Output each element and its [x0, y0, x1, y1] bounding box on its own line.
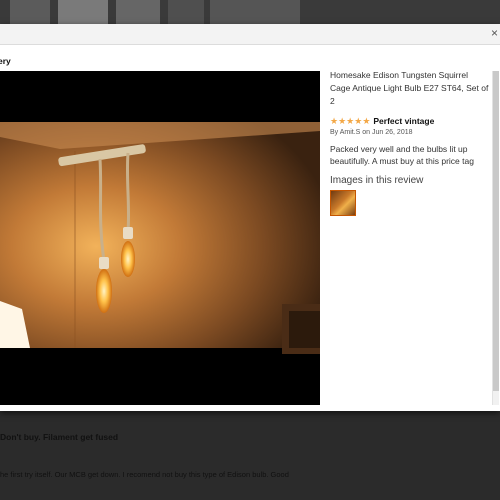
star-icon: ★ — [354, 115, 363, 126]
background-thumbnail — [168, 0, 204, 24]
image-gallery-modal: × ery Homesake Edison Tungsten Squirrel … — [0, 24, 500, 411]
review-body: Packed very well and the bulbs lit up be… — [330, 144, 474, 166]
star-icon: ★ — [338, 115, 347, 126]
review-image-thumbnail[interactable] — [330, 190, 356, 216]
scrollbar[interactable] — [492, 71, 499, 405]
background-thumbnail — [10, 0, 50, 24]
review-title[interactable]: Perfect vintage — [373, 116, 434, 126]
review-rating-row: ★ ★ ★ ★ ★ Perfect vintage — [330, 116, 490, 126]
modal-header: × — [0, 24, 500, 45]
product-title-link[interactable]: Homesake Edison Tungsten Squirrel Cage A… — [330, 69, 490, 108]
close-icon[interactable]: × — [491, 27, 498, 39]
background-thumbnail — [58, 0, 108, 24]
background-review-title: Don't buy. Filament get fused — [0, 432, 119, 442]
star-icon: ★ — [330, 115, 339, 126]
scrollbar-thumb[interactable] — [493, 71, 499, 391]
star-icon: ★ — [346, 115, 355, 126]
background-review-body: he first try itself. Our MCB get down. I… — [0, 470, 289, 479]
background-thumbnail-strip — [0, 0, 500, 24]
gallery-title: ery — [0, 56, 11, 66]
background-thumbnail — [116, 0, 160, 24]
review-photo-image — [0, 71, 320, 405]
review-byline: By Amit.S on Jun 26, 2018 — [330, 129, 413, 136]
review-photo — [0, 71, 320, 405]
star-icon: ★ — [362, 115, 371, 126]
star-rating: ★ ★ ★ ★ ★ — [330, 115, 371, 126]
background-thumbnail — [210, 0, 300, 24]
images-heading: Images in this review — [330, 175, 424, 186]
review-panel: Homesake Edison Tungsten Squirrel Cage A… — [330, 69, 490, 216]
